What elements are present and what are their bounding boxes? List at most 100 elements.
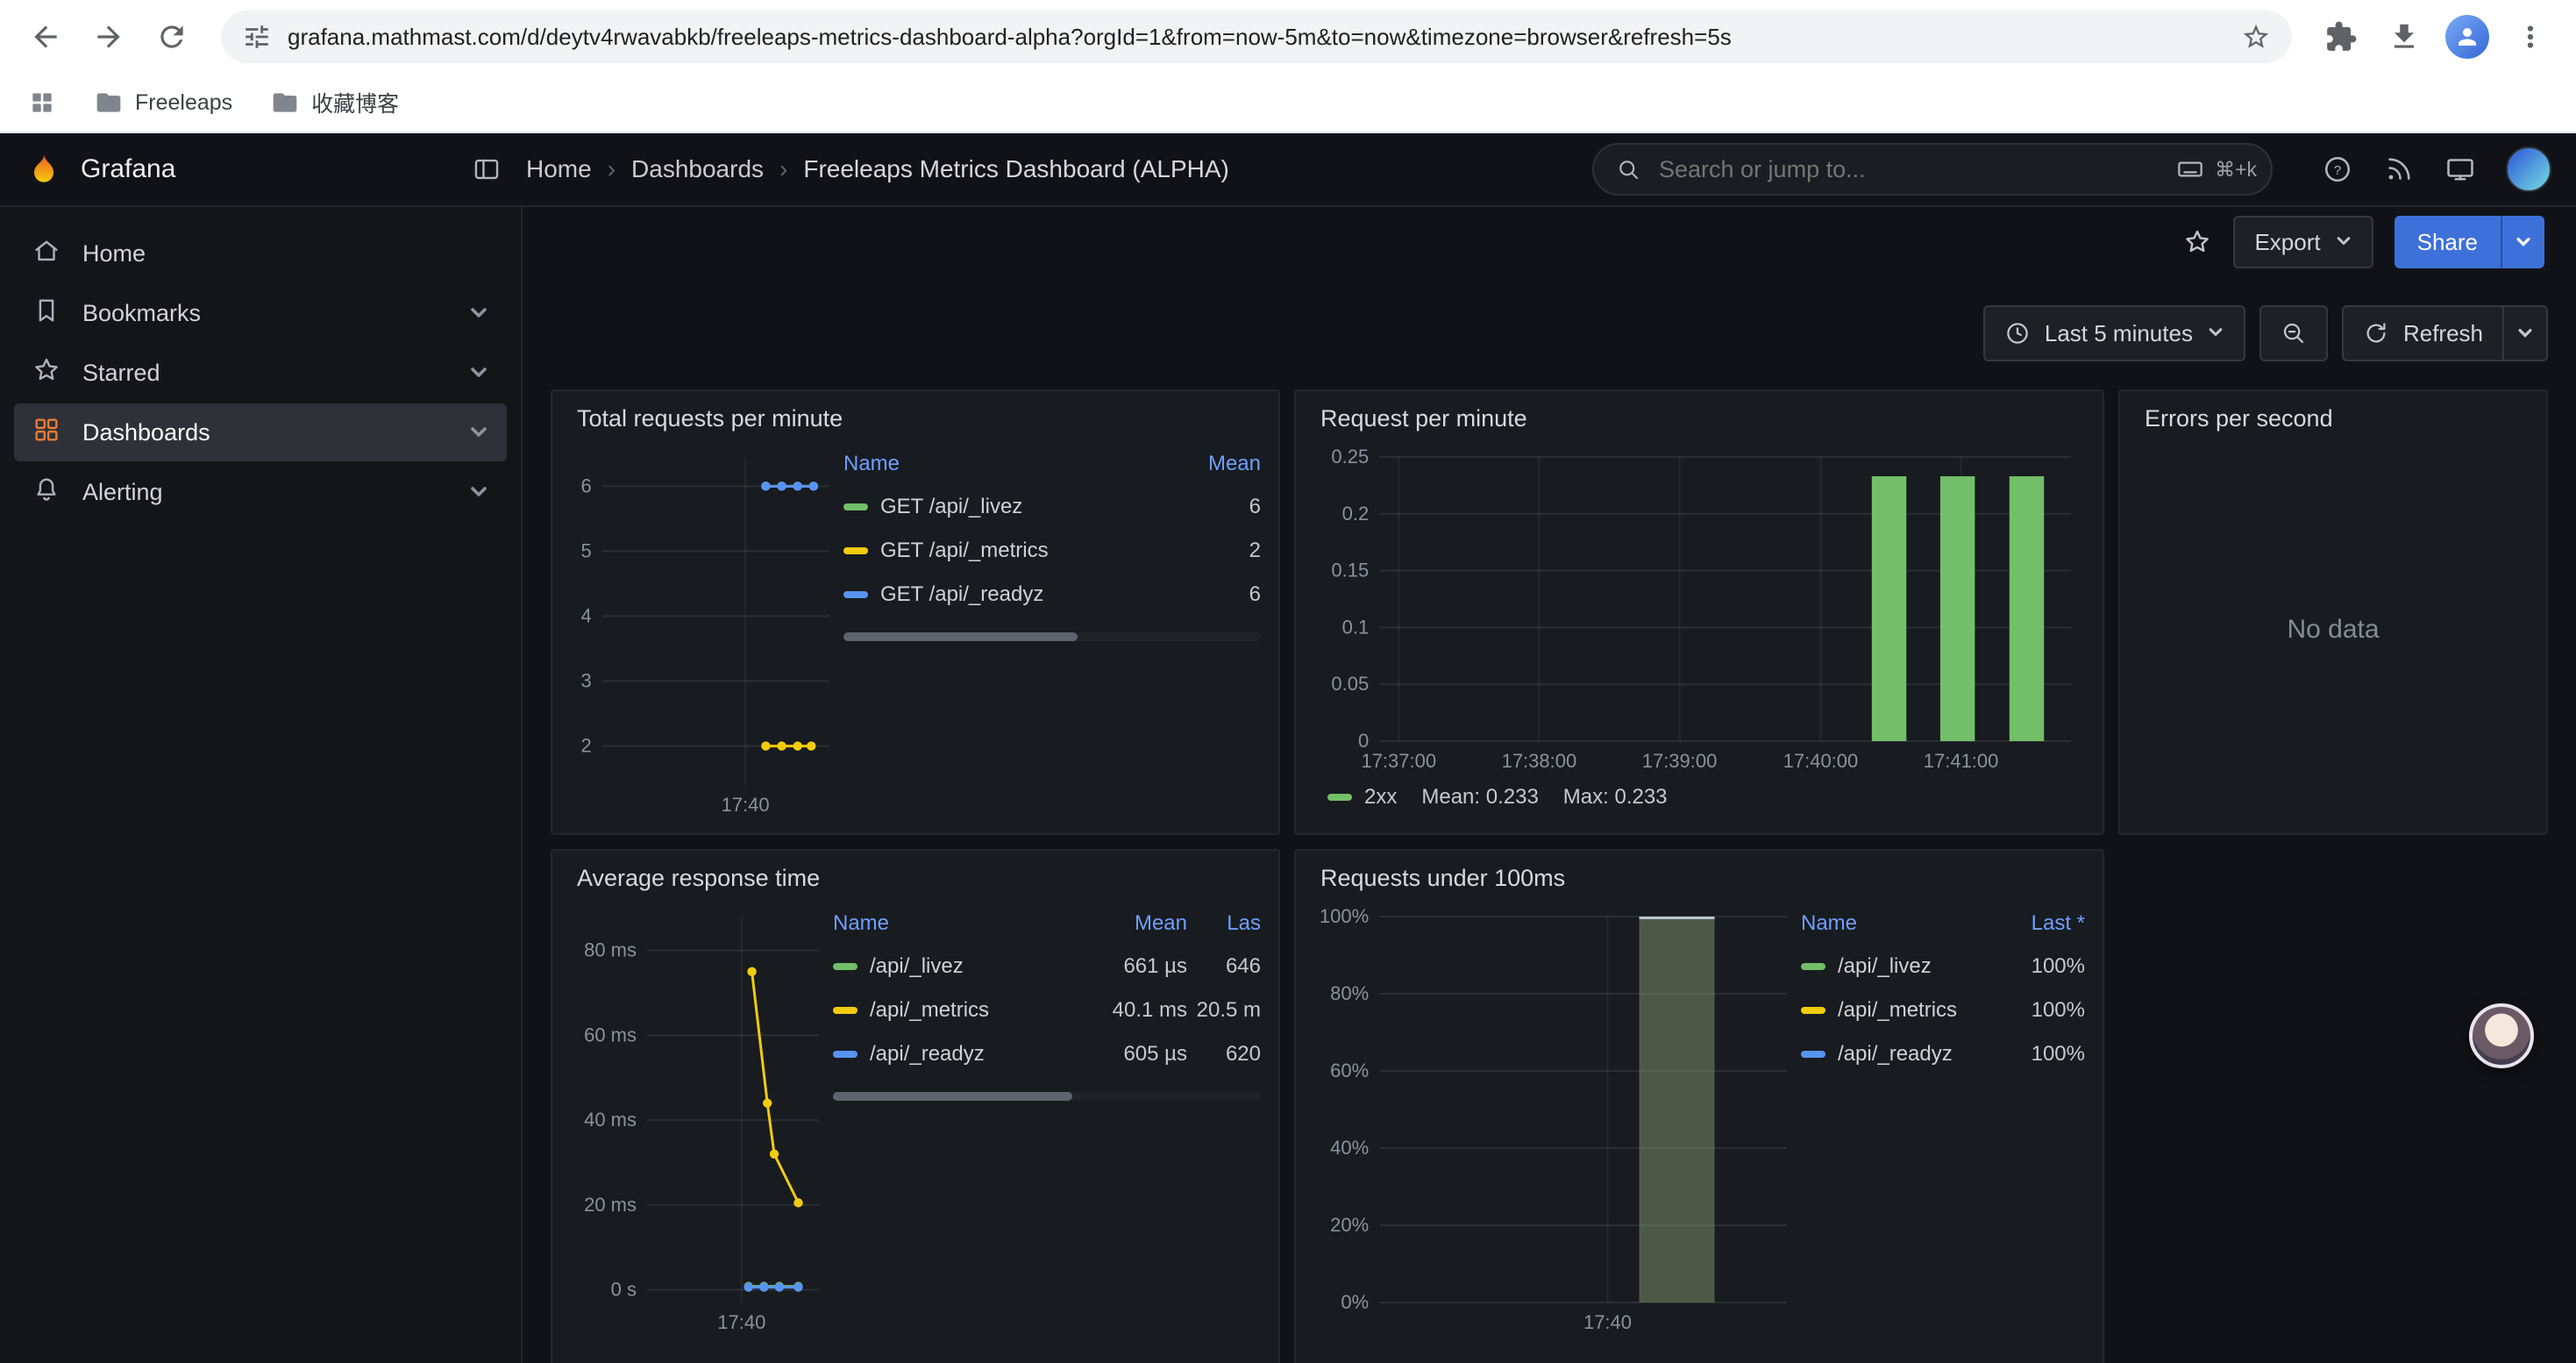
back-button[interactable] xyxy=(18,9,74,65)
bookmark-star-icon[interactable] xyxy=(2241,22,2271,52)
legend-header-name[interactable]: Name xyxy=(1801,911,2004,936)
svg-text:80%: 80% xyxy=(1330,982,1369,1004)
legend-row: GET /api/_metrics 2 xyxy=(843,529,1261,573)
panel-title[interactable]: Errors per second xyxy=(2138,402,2529,439)
grafana-header: Grafana Home › Dashboards › Freeleaps Me… xyxy=(0,133,2576,207)
dashboard-actionbar: Export Share xyxy=(523,207,2576,277)
svg-text:20 ms: 20 ms xyxy=(584,1194,637,1216)
url-input[interactable] xyxy=(288,24,2225,51)
forward-button[interactable] xyxy=(81,9,137,65)
search-input[interactable] xyxy=(1655,154,2162,185)
panel-title[interactable]: Requests under 100ms xyxy=(1313,861,2085,899)
refresh-button[interactable] xyxy=(144,9,200,65)
news-rss-icon[interactable] xyxy=(2383,153,2415,185)
svg-text:5: 5 xyxy=(581,539,592,561)
time-controls: Last 5 minutes Refresh xyxy=(523,305,2548,361)
sidebar-item-home[interactable]: Home xyxy=(14,225,507,282)
browser-menu-icon[interactable] xyxy=(2502,9,2558,65)
extensions-icon[interactable] xyxy=(2313,9,2369,65)
breadcrumb-home[interactable]: Home xyxy=(526,155,592,183)
breadcrumb-dashboards[interactable]: Dashboards xyxy=(631,155,764,183)
panel-request-per-minute: Request per minute 00.050.10.150.20.2517… xyxy=(1294,389,2104,835)
downloads-icon[interactable] xyxy=(2376,9,2432,65)
no-data-message: No data xyxy=(2138,439,2529,819)
sidebar-item-alerting[interactable]: Alerting xyxy=(14,463,507,521)
legend-series-toggle[interactable]: 2xx xyxy=(1327,785,1397,810)
help-icon[interactable]: ? xyxy=(2322,153,2353,185)
legend-header-name[interactable]: Name xyxy=(833,911,1085,936)
legend-series-toggle[interactable]: /api/_livez xyxy=(833,954,1085,979)
address-bar[interactable] xyxy=(221,11,2292,63)
user-avatar[interactable] xyxy=(2506,146,2551,192)
legend-series-toggle[interactable]: /api/_readyz xyxy=(1801,1042,2004,1067)
legend-series-toggle[interactable]: /api/_metrics xyxy=(833,998,1085,1023)
legend-header-mean[interactable]: Mean xyxy=(1180,452,1261,476)
legend-header-last[interactable]: Las xyxy=(1187,911,1261,936)
grafana-logo-icon xyxy=(25,150,63,189)
request-per-minute-chart[interactable]: 00.050.10.150.20.2517:37:0017:38:0017:39… xyxy=(1313,439,2085,776)
home-icon xyxy=(32,236,61,272)
legend-series-toggle[interactable]: /api/_readyz xyxy=(833,1042,1085,1067)
legend-header-last[interactable]: Last * xyxy=(2004,911,2085,936)
bookmark-icon xyxy=(32,296,61,332)
under-100ms-chart[interactable]: 0%20%40%60%80%100%17:40 xyxy=(1313,899,1801,1338)
legend-header-name[interactable]: Name xyxy=(843,452,1180,476)
time-range-picker[interactable]: Last 5 minutes xyxy=(1983,305,2245,361)
total-requests-chart[interactable]: 2345617:40 xyxy=(570,439,843,819)
average-response-chart[interactable]: 0 s20 ms40 ms60 ms80 ms17:40 xyxy=(570,899,833,1338)
site-info-icon[interactable] xyxy=(242,22,272,52)
panel-title[interactable]: Request per minute xyxy=(1313,402,2085,439)
legend-header-mean[interactable]: Mean xyxy=(1085,911,1187,936)
chevron-down-icon[interactable] xyxy=(468,422,489,443)
legend-scrollbar-thumb[interactable] xyxy=(843,632,1078,641)
chevron-down-icon[interactable] xyxy=(468,303,489,324)
share-options-chevron[interactable] xyxy=(2501,216,2544,268)
legend-row: /api/_livez 100% xyxy=(1801,945,2085,988)
svg-text:17:40: 17:40 xyxy=(722,794,770,816)
sidebar-item-starred[interactable]: Starred xyxy=(14,344,507,402)
assistant-avatar-button[interactable] xyxy=(2469,1003,2534,1068)
refresh-interval-chevron[interactable] xyxy=(2504,305,2548,361)
sidebar-item-bookmarks[interactable]: Bookmarks xyxy=(14,284,507,342)
legend-table: Name Mean GET /api/_livez 6 GET /api/_me… xyxy=(843,439,1261,819)
grafana-body: Home Bookmarks Starred xyxy=(0,207,2576,1363)
clock-icon xyxy=(2004,320,2031,346)
series-swatch xyxy=(1801,1007,1825,1014)
share-split-button: Share xyxy=(2395,216,2544,268)
apps-grid-icon[interactable] xyxy=(28,89,56,117)
svg-text:4: 4 xyxy=(581,604,592,626)
empty-grid-area xyxy=(2118,849,2548,1363)
breadcrumb: Home › Dashboards › Freeleaps Metrics Da… xyxy=(526,155,1229,183)
bookmark-folder-blog[interactable]: 收藏博客 xyxy=(271,87,399,118)
legend-series-toggle[interactable]: /api/_metrics xyxy=(1801,998,2004,1023)
svg-text:40%: 40% xyxy=(1330,1137,1369,1159)
zoom-out-button[interactable] xyxy=(2259,305,2328,361)
panel-title[interactable]: Average response time xyxy=(570,861,1261,899)
search-icon xyxy=(1615,156,1641,182)
profile-button[interactable] xyxy=(2439,9,2495,65)
monitor-icon[interactable] xyxy=(2444,153,2476,185)
chevron-down-icon[interactable] xyxy=(468,482,489,503)
chevron-down-icon[interactable] xyxy=(468,362,489,383)
legend-scrollbar-thumb[interactable] xyxy=(833,1092,1072,1101)
panel-title[interactable]: Total requests per minute xyxy=(570,402,1261,439)
legend-series-toggle[interactable]: GET /api/_livez xyxy=(843,495,1180,519)
search-box[interactable]: ⌘+k xyxy=(1592,143,2273,196)
legend-mean: Mean: 0.233 xyxy=(1421,785,1538,810)
svg-text:2: 2 xyxy=(581,735,592,757)
series-swatch xyxy=(1801,963,1825,970)
dashboard-main: Export Share Last xyxy=(523,207,2576,1363)
dock-sidebar-icon[interactable] xyxy=(472,154,502,184)
bookmark-folder-freeleaps[interactable]: Freeleaps xyxy=(95,89,232,117)
export-button[interactable]: Export xyxy=(2233,216,2373,268)
favorite-star-icon[interactable] xyxy=(2182,227,2212,257)
legend-series-toggle[interactable]: /api/_livez xyxy=(1801,954,2004,979)
refresh-dashboard-button[interactable]: Refresh xyxy=(2342,305,2504,361)
legend-series-toggle[interactable]: GET /api/_metrics xyxy=(843,539,1180,563)
sidebar-item-dashboards[interactable]: Dashboards xyxy=(14,403,507,461)
share-button[interactable]: Share xyxy=(2395,216,2501,268)
sidebar: Home Bookmarks Starred xyxy=(0,207,523,1363)
svg-text:0 s: 0 s xyxy=(611,1278,637,1300)
legend-series-toggle[interactable]: GET /api/_readyz xyxy=(843,582,1180,607)
folder-icon xyxy=(271,89,299,117)
